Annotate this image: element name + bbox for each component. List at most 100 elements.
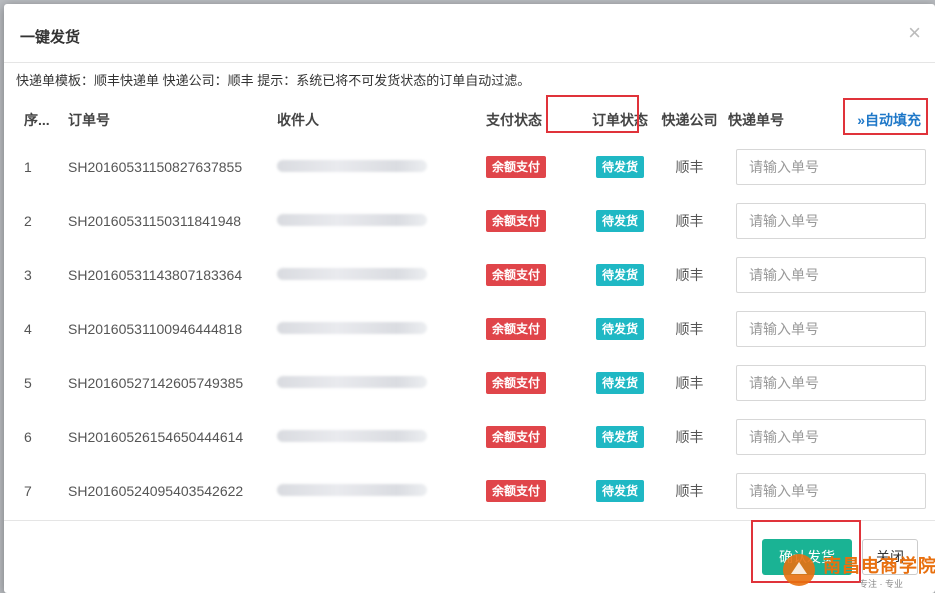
row-order-status: 待发货 [574,410,651,464]
row-order-status: 待发货 [574,356,651,410]
row-pay-status: 余额支付 [486,140,574,194]
receiver-blurred [277,160,427,172]
row-tracking-cell [728,194,927,248]
order-status-badge: 待发货 [596,156,645,178]
tracking-no-input[interactable] [736,257,926,293]
row-tracking-cell [728,302,927,356]
tracking-no-input[interactable] [736,473,926,509]
table-row: 3 SH20160531143807183364 余额支付 待发货 顺丰 [12,248,927,302]
row-index: 6 [24,429,32,445]
receiver-blurred [277,214,427,226]
order-status-badge: 待发货 [596,318,645,340]
row-order-no: SH20160527142605749385 [68,375,244,391]
row-pay-status: 余额支付 [486,194,574,248]
receiver-blurred [277,484,427,496]
row-order-status: 待发货 [574,140,651,194]
receiver-blurred [277,268,427,280]
row-tracking-cell [728,464,927,518]
row-order-status: 待发货 [574,464,651,518]
row-express-company: 顺丰 [675,159,704,175]
col-order-no: 订单号 [68,112,110,128]
row-order-no: SH20160531143807183364 [68,267,243,283]
row-express-company: 顺丰 [675,483,704,499]
auto-fill-highlight [843,98,928,135]
tracking-no-input[interactable] [736,203,926,239]
row-receiver [277,410,486,464]
tracking-no-input[interactable] [736,419,926,455]
row-pay-status: 余额支付 [486,464,574,518]
row-order-status: 待发货 [574,248,651,302]
row-order-no: SH20160526154650444614 [68,429,244,445]
order-status-badge: 待发货 [596,210,645,232]
tracking-no-input[interactable] [736,149,926,185]
logo-emblem-icon [783,554,815,586]
order-status-badge: 待发货 [596,426,645,448]
row-express-company: 顺丰 [675,321,704,337]
order-status-badge: 待发货 [596,372,645,394]
row-tracking-cell [728,140,927,194]
order-status-highlight [546,95,639,133]
row-index: 7 [24,483,32,499]
receiver-blurred [277,322,427,334]
pay-status-badge: 余额支付 [486,318,547,340]
row-pay-status: 余额支付 [486,248,574,302]
receiver-blurred [277,430,427,442]
col-index: 序... [24,112,50,128]
table-row: 5 SH20160527142605749385 余额支付 待发货 顺丰 [12,356,927,410]
template-hint: 快递单模板：顺丰快递单 快递公司：顺丰 提示：系统已将不可发货状态的订单自动过滤… [16,73,531,88]
bulk-ship-dialog: 一键发货 × 快递单模板：顺丰快递单 快递公司：顺丰 提示：系统已将不可发货状态… [4,4,935,593]
row-order-status: 待发货 [574,194,651,248]
row-pay-status: 余额支付 [486,410,574,464]
receiver-blurred [277,376,427,388]
watermark-name: 南昌电商学院 [823,556,935,577]
order-status-badge: 待发货 [596,264,645,286]
close-icon[interactable]: × [908,22,921,44]
row-receiver [277,194,486,248]
table-header-row: 序... 订单号 收件人 支付状态 订单状态 快递公司 快递单号 »自动填充 [12,100,927,140]
row-order-status: 待发货 [574,302,651,356]
col-express-company: 快递公司 [661,112,718,128]
row-receiver [277,248,486,302]
row-pay-status: 余额支付 [486,302,574,356]
row-index: 2 [24,213,32,229]
order-table: 序... 订单号 收件人 支付状态 订单状态 快递公司 快递单号 »自动填充 1… [12,100,927,518]
row-receiver [277,302,486,356]
row-tracking-cell [728,248,927,302]
pay-status-badge: 余额支付 [486,426,547,448]
tracking-no-input[interactable] [736,365,926,401]
table-row: 1 SH20160531150827637855 余额支付 待发货 顺丰 [12,140,927,194]
row-pay-status: 余额支付 [486,356,574,410]
table-row: 4 SH20160531100946444818 余额支付 待发货 顺丰 [12,302,927,356]
row-index: 3 [24,267,32,283]
row-order-no: SH20160531150827637855 [68,159,243,175]
table-row: 7 SH20160524095403542622 余额支付 待发货 顺丰 [12,464,927,518]
tracking-no-input[interactable] [736,311,926,347]
row-receiver [277,140,486,194]
row-order-no: SH20160524095403542622 [68,483,244,499]
table-row: 6 SH20160526154650444614 余额支付 待发货 顺丰 [12,410,927,464]
watermark-logo: 南昌电商学院 专注 · 专业 [779,550,935,590]
dialog-title: 一键发货 [20,29,81,46]
row-order-no: SH20160531100946444818 [68,321,243,337]
dialog-header: 一键发货 × [4,4,935,63]
pay-status-badge: 余额支付 [486,480,547,502]
row-index: 5 [24,375,32,391]
col-tracking-no: 快递单号 [728,112,784,128]
watermark-sub: 专注 · 专业 [859,579,903,589]
table-row: 2 SH20160531150311841948 余额支付 待发货 顺丰 [12,194,927,248]
row-order-no: SH20160531150311841948 [68,213,242,229]
row-index: 1 [24,159,32,175]
pay-status-badge: 余额支付 [486,372,547,394]
pay-status-badge: 余额支付 [486,264,547,286]
row-express-company: 顺丰 [675,213,704,229]
row-index: 4 [24,321,32,337]
row-express-company: 顺丰 [675,375,704,391]
row-tracking-cell [728,356,927,410]
col-receiver: 收件人 [277,112,319,128]
row-express-company: 顺丰 [675,429,704,445]
pay-status-badge: 余额支付 [486,156,547,178]
order-status-badge: 待发货 [596,480,645,502]
row-express-company: 顺丰 [675,267,704,283]
row-tracking-cell [728,410,927,464]
row-receiver [277,464,486,518]
